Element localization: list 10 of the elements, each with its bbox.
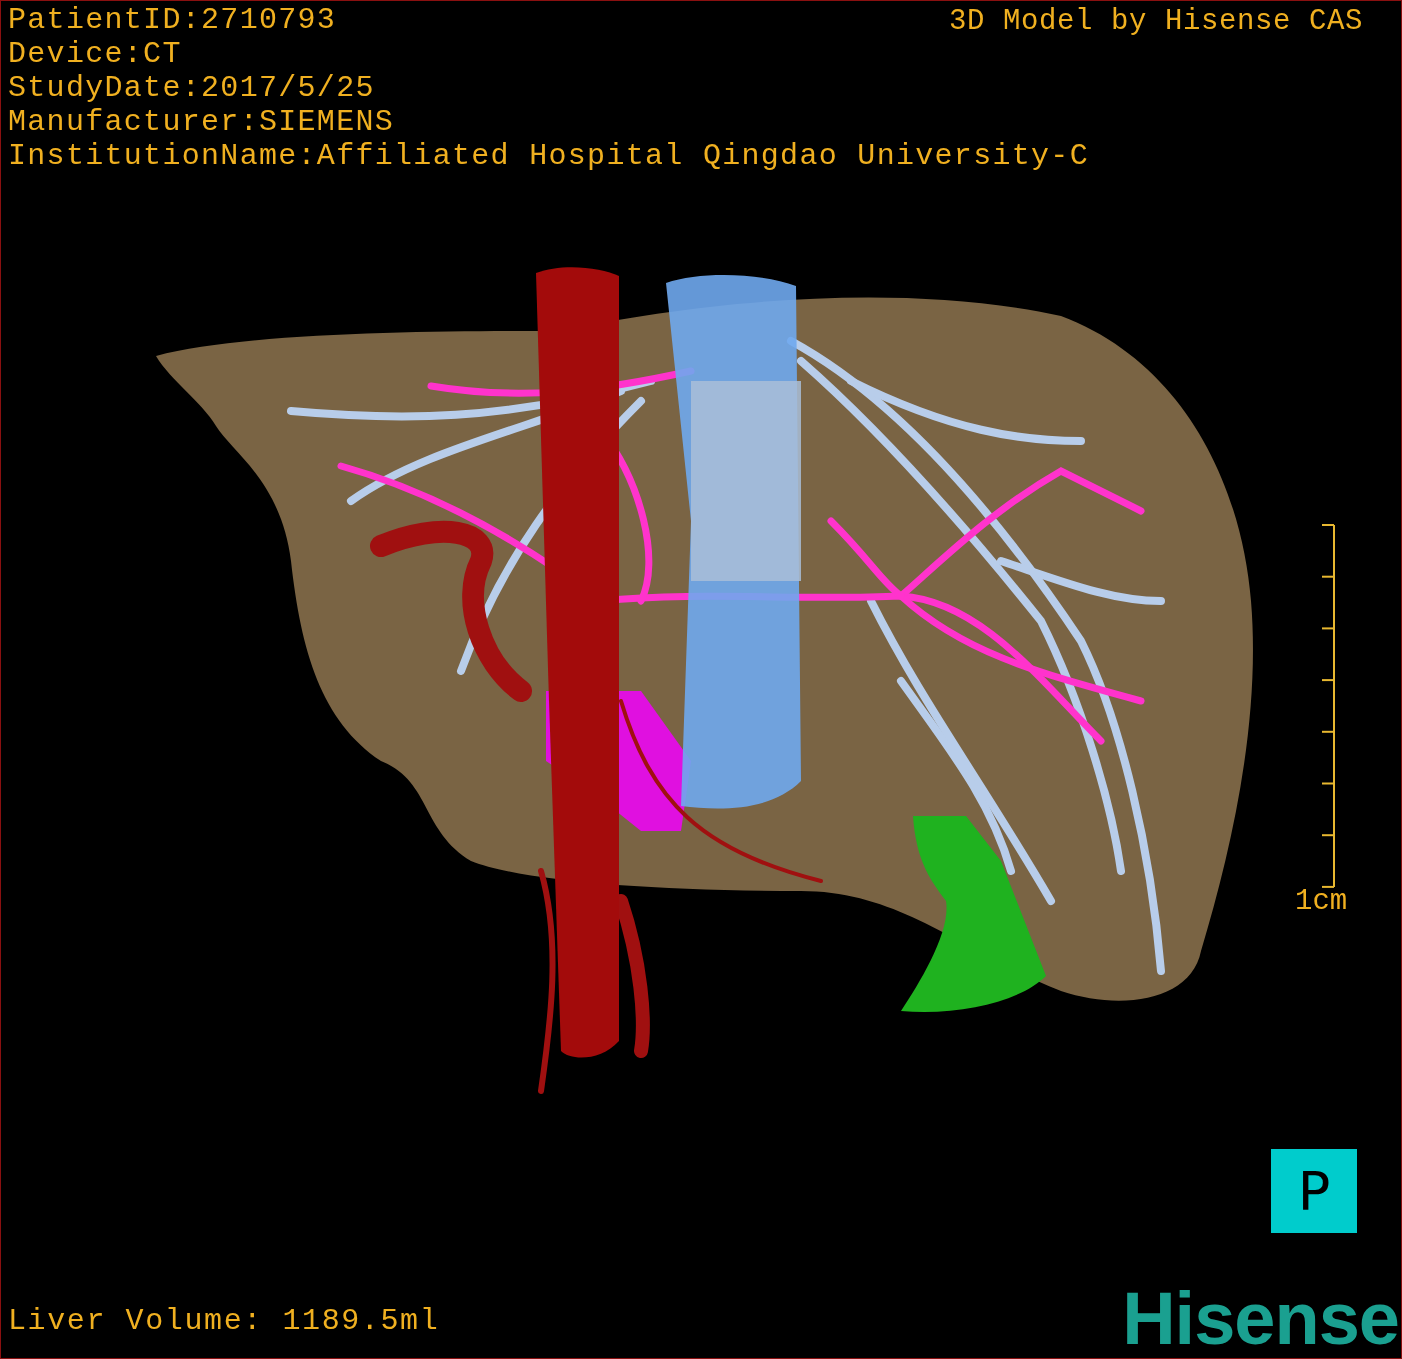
info-text: Manufacturer:SIEMENS	[8, 105, 395, 139]
info-text: PatientID:2710793	[8, 3, 337, 37]
info-text: StudyDate:2017/5/25	[8, 71, 375, 105]
info-text: Device:CT	[8, 37, 182, 71]
view-button[interactable]: P	[1271, 1149, 1357, 1233]
scale-label: 1cm	[1295, 885, 1348, 918]
info-text: InstitutionName:Affiliated Hospital Qingdao University-C	[8, 139, 1089, 173]
logo-text: Hisense	[1122, 1282, 1399, 1356]
liver-volume-text: Liver Volume: 1189.5ml	[8, 1304, 440, 1338]
model-credit-text: 3D Model by Hisense CAS	[948, 5, 1363, 38]
